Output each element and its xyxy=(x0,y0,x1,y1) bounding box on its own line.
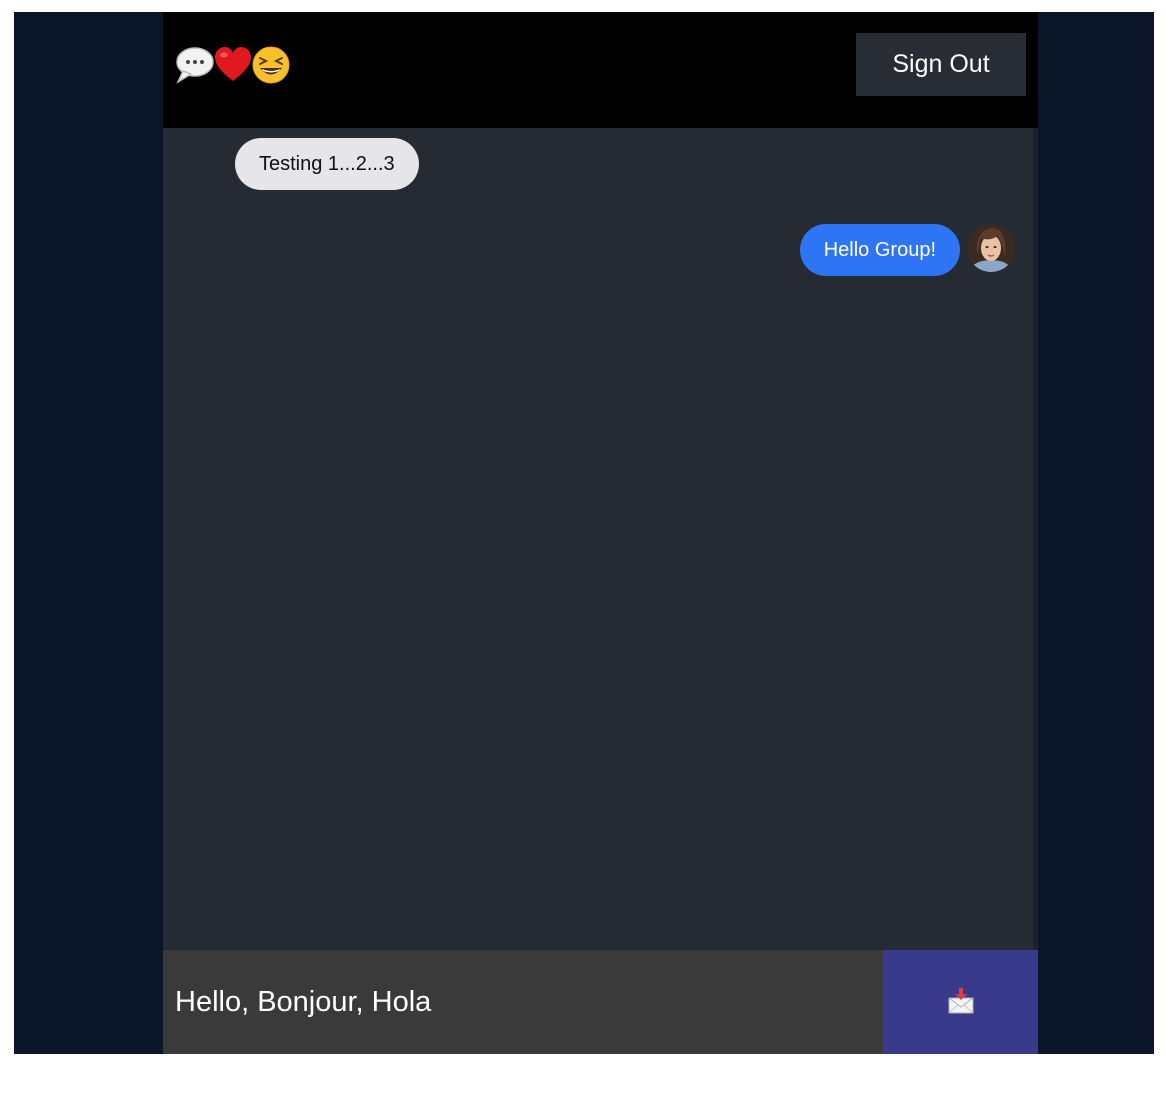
app-logo xyxy=(175,44,290,86)
scrollbar[interactable] xyxy=(1033,128,1038,950)
speech-bubble-icon xyxy=(175,45,214,85)
sent-message: Hello Group! xyxy=(799,224,960,276)
message-list[interactable]: Testing 1...2...3 Hello Group! xyxy=(163,128,1033,950)
message-input[interactable] xyxy=(163,950,883,1054)
received-message: Testing 1...2...3 xyxy=(235,138,419,190)
app-header: Sign Out xyxy=(163,12,1038,128)
grinning-squinting-face-icon xyxy=(251,45,290,85)
sign-out-button[interactable]: Sign Out xyxy=(856,33,1026,96)
message-composer xyxy=(163,950,1038,1054)
envelope-with-arrow-icon xyxy=(946,986,976,1019)
red-heart-icon xyxy=(213,45,251,85)
send-button[interactable] xyxy=(883,950,1038,1054)
user-avatar xyxy=(967,224,1015,272)
chat-app: Sign Out Testing 1...2...3 Hello Group! xyxy=(163,12,1038,1054)
